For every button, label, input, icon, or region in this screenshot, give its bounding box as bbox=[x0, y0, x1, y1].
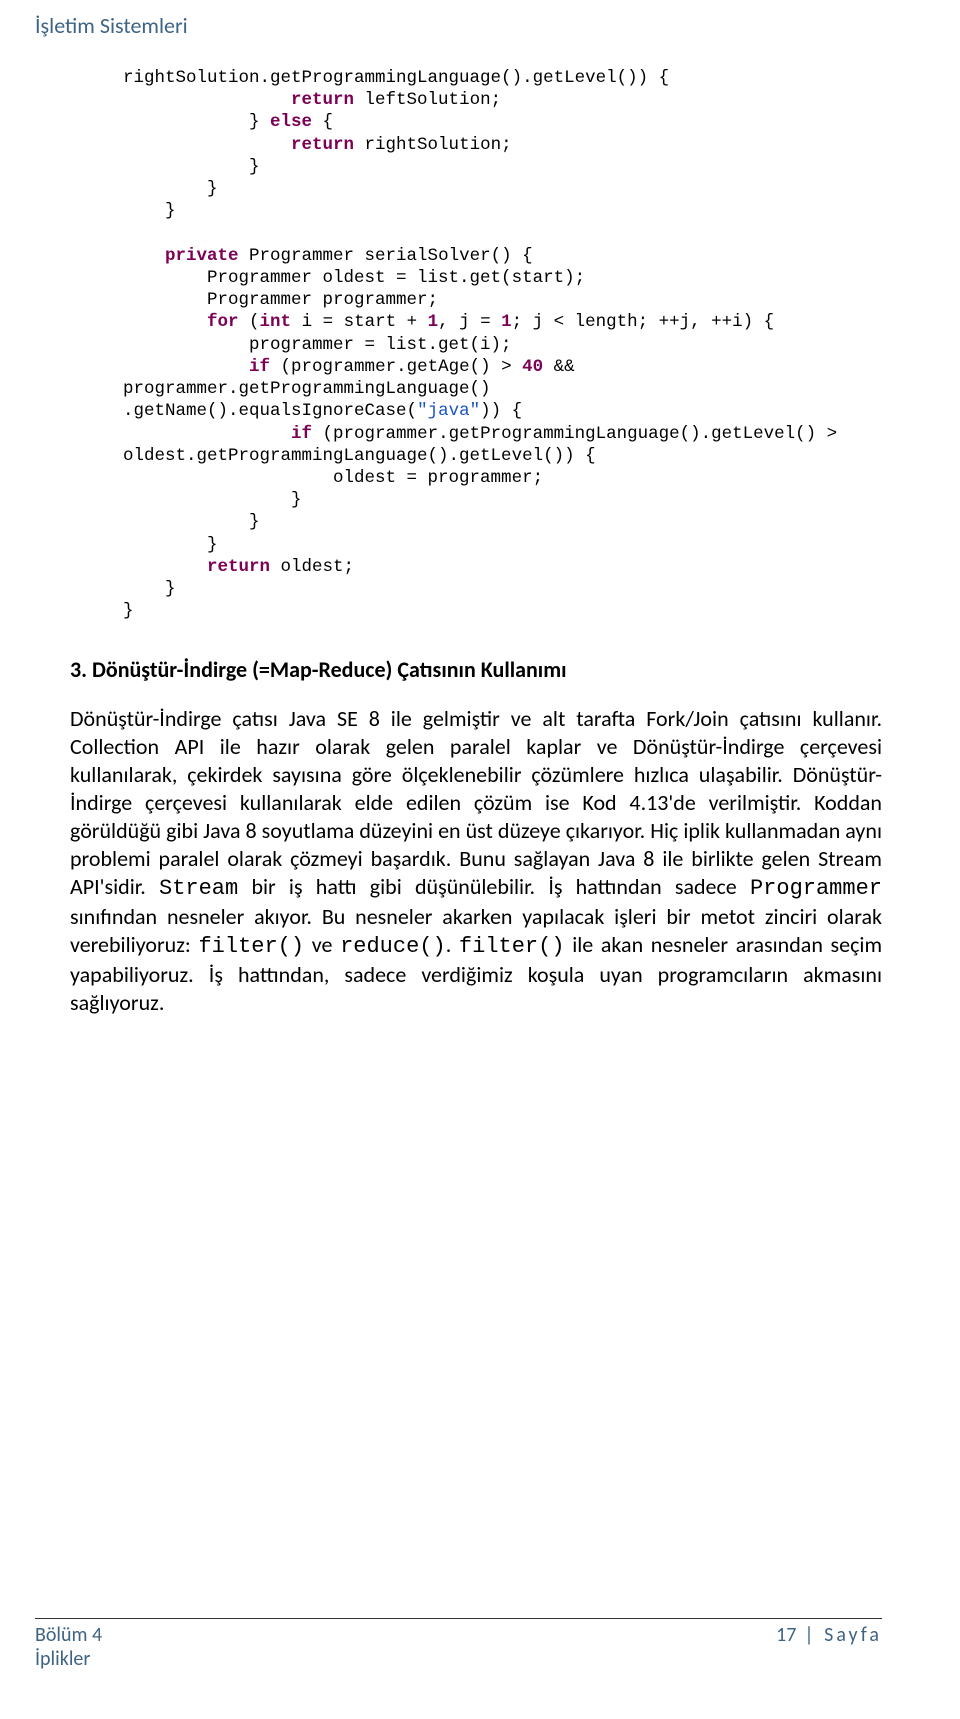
code-text bbox=[123, 557, 207, 577]
page-footer: Bölüm 4 İplikler 17| Sayfa bbox=[35, 1618, 882, 1671]
code-text: i = start + bbox=[291, 312, 428, 332]
code-text: ( bbox=[239, 312, 260, 332]
code-text: Programmer serialSolver() { bbox=[239, 246, 533, 266]
inline-code: filter() bbox=[459, 934, 565, 959]
num-literal: 1 bbox=[428, 312, 439, 332]
footer-left: Bölüm 4 İplikler bbox=[35, 1623, 102, 1671]
code-line: oldest = programmer; bbox=[123, 468, 543, 488]
code-line: } bbox=[123, 512, 260, 532]
footer-chapter: Bölüm 4 bbox=[35, 1623, 102, 1647]
num-literal: 40 bbox=[522, 357, 543, 377]
inline-code: Stream bbox=[159, 876, 238, 901]
kw-return: return bbox=[291, 90, 354, 110]
kw-if: if bbox=[291, 424, 312, 444]
body-text-part: . bbox=[446, 931, 459, 958]
inline-code: reduce() bbox=[340, 934, 446, 959]
code-text bbox=[123, 246, 165, 266]
body-text-part: ve bbox=[304, 931, 340, 958]
kw-for: for bbox=[207, 312, 239, 332]
footer-right: 17| Sayfa bbox=[776, 1623, 882, 1647]
code-line: programmer = list.get(i); bbox=[123, 335, 512, 355]
code-text: , j = bbox=[438, 312, 501, 332]
page-header-title: İşletim Sistemleri bbox=[35, 12, 882, 39]
code-line: Programmer oldest = list.get(start); bbox=[123, 268, 585, 288]
code-line: } bbox=[123, 601, 134, 621]
code-text: } bbox=[123, 112, 270, 132]
code-text bbox=[123, 312, 207, 332]
code-line: programmer.getProgrammingLanguage() bbox=[123, 379, 491, 399]
code-text: .getName().equalsIgnoreCase( bbox=[123, 401, 417, 421]
footer-subject: İplikler bbox=[35, 1647, 102, 1671]
body-text-part: Dönüştür-İndirge çatısı Java SE 8 ile ge… bbox=[70, 705, 882, 900]
code-line: Programmer programmer; bbox=[123, 290, 438, 310]
document-page: İşletim Sistemleri rightSolution.getProg… bbox=[0, 0, 960, 1719]
code-text: leftSolution; bbox=[354, 90, 501, 110]
kw-return: return bbox=[207, 557, 270, 577]
code-line: } bbox=[123, 490, 302, 510]
code-line: } bbox=[123, 157, 260, 177]
code-line: } bbox=[123, 201, 176, 221]
kw-int: int bbox=[260, 312, 292, 332]
num-literal: 1 bbox=[501, 312, 512, 332]
code-text bbox=[123, 357, 249, 377]
code-text: (programmer.getAge() > bbox=[270, 357, 522, 377]
inline-code: filter() bbox=[198, 934, 304, 959]
code-text bbox=[123, 424, 291, 444]
code-text: )) { bbox=[480, 401, 522, 421]
footer-page-number: 17 bbox=[776, 1623, 796, 1647]
code-text: oldest; bbox=[270, 557, 354, 577]
kw-private: private bbox=[165, 246, 239, 266]
code-line: oldest.getProgrammingLanguage().getLevel… bbox=[123, 446, 596, 466]
inline-code: Programmer bbox=[750, 876, 882, 901]
code-text: ; j < length; ++j, ++i) { bbox=[512, 312, 775, 332]
section-body: Dönüştür-İndirge çatısı Java SE 8 ile ge… bbox=[70, 705, 882, 1016]
code-line: rightSolution.getProgrammingLanguage().g… bbox=[123, 68, 669, 88]
code-text: { bbox=[312, 112, 333, 132]
code-text: (programmer.getProgrammingLanguage().get… bbox=[312, 424, 837, 444]
code-block: rightSolution.getProgrammingLanguage().g… bbox=[123, 67, 882, 622]
code-line: } bbox=[123, 579, 176, 599]
section-heading: 3. Dönüştür-İndirge (=Map-Reduce) Çatısı… bbox=[70, 656, 882, 683]
kw-return: return bbox=[291, 135, 354, 155]
code-text: && bbox=[543, 357, 575, 377]
kw-if: if bbox=[249, 357, 270, 377]
code-line: } bbox=[123, 179, 218, 199]
code-line: } bbox=[123, 535, 218, 555]
string-literal: "java" bbox=[417, 401, 480, 421]
footer-page-label: Sayfa bbox=[824, 1623, 882, 1647]
body-text-part: bir iş hattı gibi düşünülebilir. İş hatt… bbox=[238, 873, 750, 900]
kw-else: else bbox=[270, 112, 312, 132]
code-text: rightSolution; bbox=[354, 135, 512, 155]
